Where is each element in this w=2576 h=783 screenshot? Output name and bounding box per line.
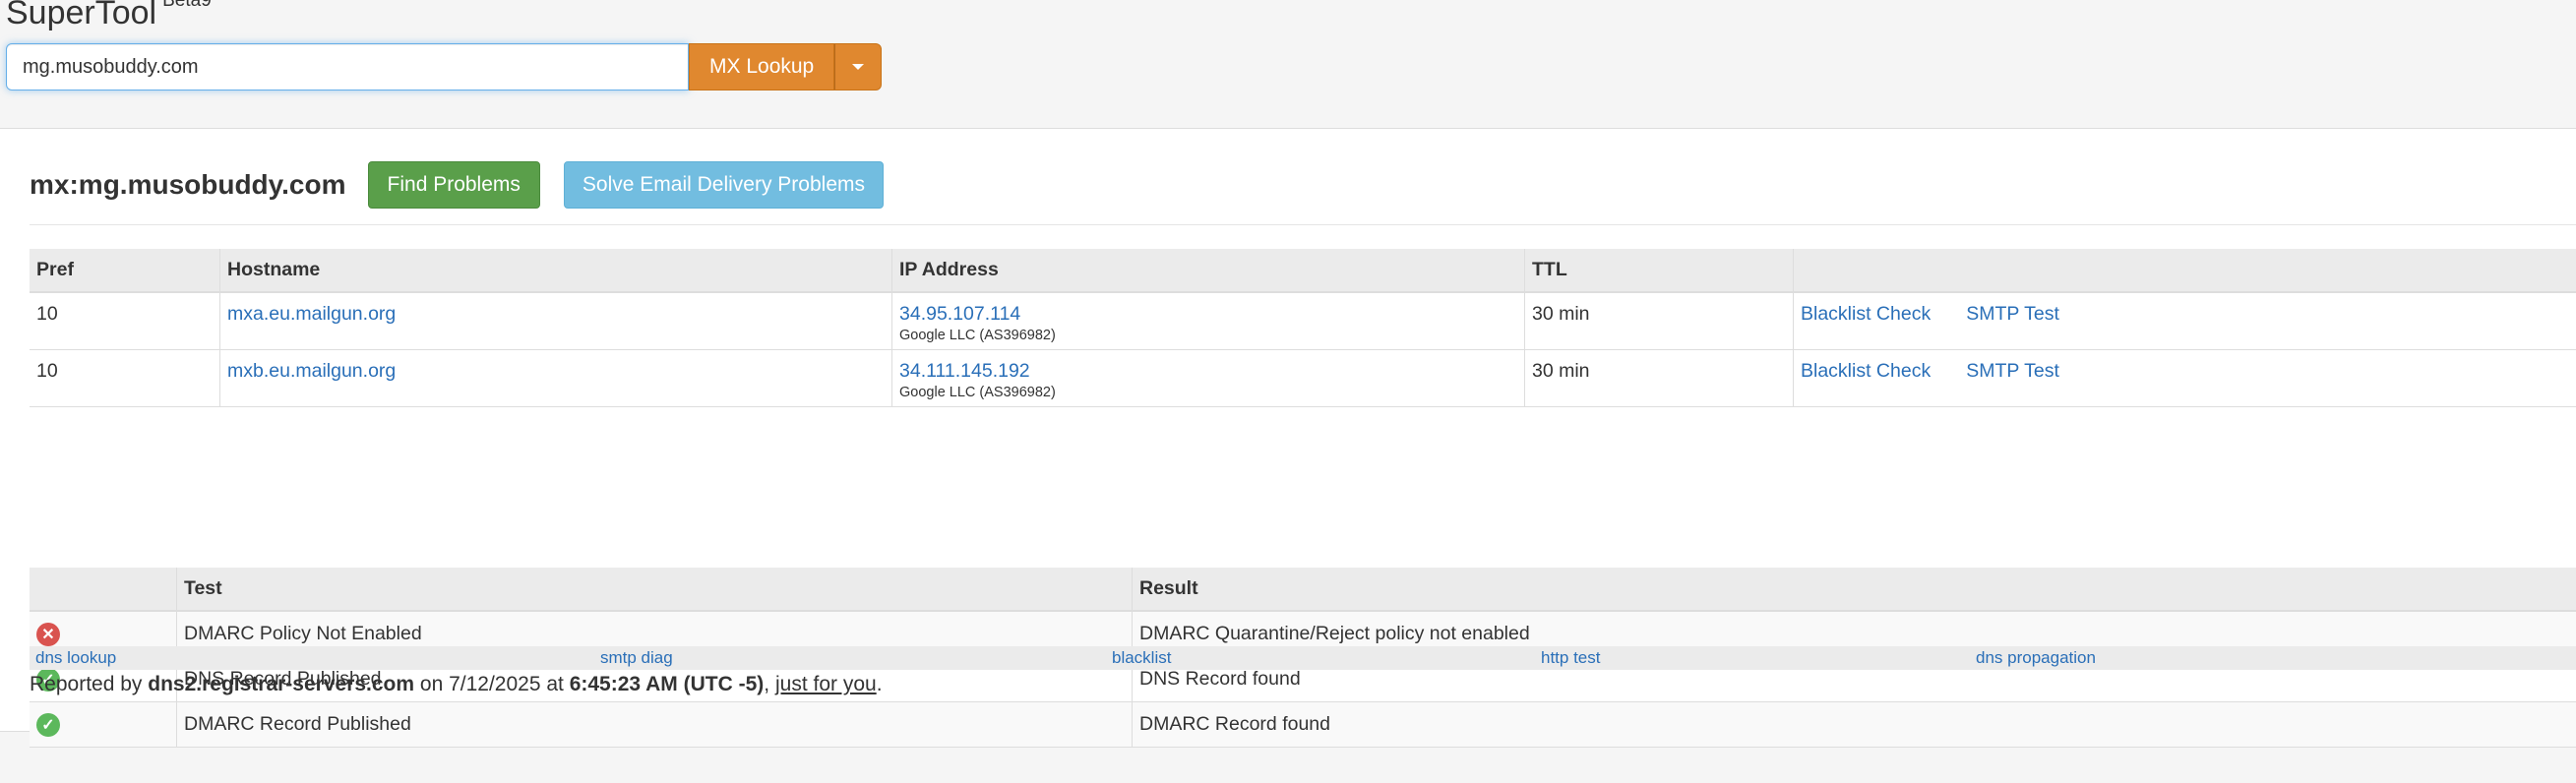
- hostname-link[interactable]: mxa.eu.mailgun.org: [227, 303, 396, 325]
- result-title: mx:mg.musobuddy.com: [30, 169, 346, 200]
- ip-cell: 34.95.107.114 Google LLC (AS396982): [891, 292, 1525, 350]
- actions-cell: Blacklist Check SMTP Test: [1793, 349, 2576, 407]
- col-actions: [1793, 249, 2576, 293]
- col-hostname: Hostname: [219, 249, 892, 293]
- reported-period: .: [876, 673, 883, 695]
- x-circle-icon: ✕: [36, 622, 60, 646]
- smtp-test-link[interactable]: SMTP Test: [1966, 360, 2059, 382]
- reported-prefix: Reported by: [30, 673, 149, 695]
- col-pref: Pref: [30, 249, 220, 293]
- result-header: mx:mg.musobuddy.com Find Problems Solve …: [30, 161, 884, 209]
- results-panel: mx:mg.musobuddy.com Find Problems Solve …: [0, 128, 2576, 748]
- just-for-you-link[interactable]: just for you: [775, 673, 877, 695]
- check-circle-icon: ✓: [36, 712, 60, 737]
- mx-lookup-button[interactable]: MX Lookup: [689, 43, 835, 90]
- reported-time: 6:45:23 AM (UTC -5): [569, 673, 765, 695]
- ip-link[interactable]: 34.111.145.192: [899, 360, 1030, 382]
- dns-propagation-link[interactable]: dns propagation: [1976, 648, 2096, 668]
- table-header-row: Test Result: [30, 568, 2576, 612]
- pref-cell: 10: [30, 349, 220, 407]
- app-title: SuperTool Beta9: [6, 0, 212, 32]
- col-result: Result: [1132, 568, 2576, 612]
- asn-label: Google LLC (AS396982): [899, 384, 1056, 400]
- find-problems-button[interactable]: Find Problems: [367, 161, 540, 209]
- ttl-cell: 30 min: [1524, 349, 1794, 407]
- col-ip: IP Address: [891, 249, 1525, 293]
- solve-email-delivery-button[interactable]: Solve Email Delivery Problems: [563, 161, 884, 209]
- table-header-row: Pref Hostname IP Address TTL: [30, 249, 2576, 293]
- test-cell: DMARC Record Published: [176, 701, 1133, 748]
- divider: [30, 224, 2576, 225]
- reported-on: on 7/12/2025 at: [414, 673, 570, 695]
- col-test: Test: [176, 568, 1133, 612]
- table-row: 10 mxa.eu.mailgun.org 34.95.107.114 Googl…: [30, 292, 2576, 350]
- pref-cell: 10: [30, 292, 220, 350]
- blacklist-check-link[interactable]: Blacklist Check: [1801, 360, 1931, 382]
- reporting-server: dns2.registrar-servers.com: [148, 673, 415, 695]
- result-cell: DMARC Record found: [1132, 701, 2576, 748]
- smtp-test-link[interactable]: SMTP Test: [1966, 303, 2059, 325]
- actions-cell: Blacklist Check SMTP Test: [1793, 292, 2576, 350]
- http-test-link[interactable]: http test: [1541, 648, 1600, 668]
- col-ttl: TTL: [1524, 249, 1794, 293]
- reported-comma: ,: [764, 673, 775, 695]
- caret-down-icon: [852, 64, 865, 70]
- search-input[interactable]: [6, 43, 689, 90]
- beta-badge: Beta9: [162, 0, 212, 11]
- hostname-cell: mxa.eu.mailgun.org: [219, 292, 892, 350]
- table-row: 10 mxb.eu.mailgun.org 34.111.145.192 Goog…: [30, 349, 2576, 407]
- footer-links: dns lookup smtp diag blacklist http test…: [30, 646, 2576, 670]
- search-bar: MX Lookup: [6, 43, 883, 90]
- table-row: ✓ DMARC Record Published DMARC Record fo…: [30, 701, 2576, 748]
- reported-by-line: Reported by dns2.registrar-servers.com o…: [30, 673, 883, 696]
- ip-link[interactable]: 34.95.107.114: [899, 303, 1020, 325]
- asn-label: Google LLC (AS396982): [899, 328, 1056, 343]
- hostname-cell: mxb.eu.mailgun.org: [219, 349, 892, 407]
- col-status: [30, 568, 177, 612]
- ttl-cell: 30 min: [1524, 292, 1794, 350]
- ip-cell: 34.111.145.192 Google LLC (AS396982): [891, 349, 1525, 407]
- app-name: SuperTool: [6, 0, 157, 31]
- dns-lookup-link[interactable]: dns lookup: [35, 648, 116, 668]
- status-cell: ✓: [30, 701, 177, 748]
- hostname-link[interactable]: mxb.eu.mailgun.org: [227, 360, 396, 382]
- smtp-diag-link[interactable]: smtp diag: [600, 648, 673, 668]
- mx-records-table: Pref Hostname IP Address TTL 10 mxa.eu.m…: [30, 249, 2576, 407]
- blacklist-link[interactable]: blacklist: [1112, 648, 1171, 668]
- blacklist-check-link[interactable]: Blacklist Check: [1801, 303, 1931, 325]
- lookup-dropdown-toggle[interactable]: [834, 43, 883, 90]
